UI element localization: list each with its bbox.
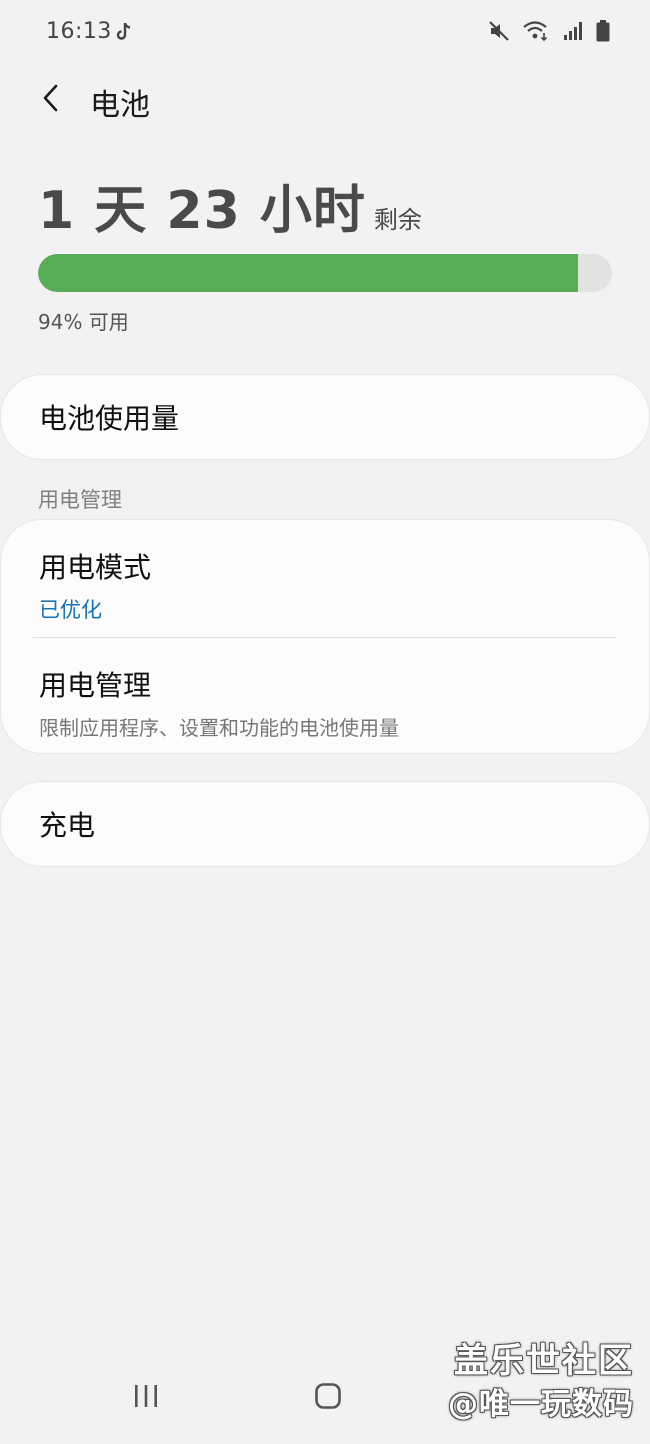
watermark-line1: 盖乐世社区 [454,1341,634,1381]
home-button[interactable] [298,1378,358,1418]
power-mode-item[interactable]: 用电模式 已优化 [1,546,650,624]
charging-label: 充电 [39,809,96,842]
power-mode-title: 用电模式 [39,551,152,584]
signal-icon [562,20,584,42]
power-management-item[interactable]: 用电管理 限制应用程序、设置和功能的电池使用量 [1,664,650,741]
power-management-title: 用电管理 [39,669,152,702]
battery-remaining: 1 天 23 小时 剩余 [38,168,422,243]
battery-level-bar [38,254,612,292]
watermark: 盖乐世社区 @唯一玩数码 [448,1338,634,1426]
status-icons [488,20,610,42]
tiktok-icon [115,22,133,42]
battery-level-fill [38,254,578,292]
header: 电池 [0,72,650,128]
remaining-time: 1 天 23 小时 [38,181,366,241]
watermark-line2: @唯一玩数码 [448,1387,634,1422]
battery-available-text: 94% 可用 [38,310,129,334]
status-bar: 16:13 [0,0,650,64]
battery-settings-screen: 16:13 电池 1 天 23 小时 剩余 94% 可用 电池使用量 用电管理 … [0,0,650,1444]
section-header-power-management: 用电管理 [38,488,122,512]
chevron-left-icon [40,83,60,117]
recents-button[interactable] [116,1378,176,1418]
charging-card[interactable]: 充电 [0,781,650,867]
back-button[interactable] [28,76,72,124]
battery-usage-label: 电池使用量 [39,402,180,435]
recents-icon [132,1383,160,1413]
wifi-icon [522,20,550,42]
divider [33,637,617,638]
remaining-suffix: 剩余 [373,206,422,234]
power-mode-value: 已优化 [39,598,102,622]
power-management-subtitle: 限制应用程序、设置和功能的电池使用量 [39,716,399,740]
power-settings-card: 用电模式 已优化 用电管理 限制应用程序、设置和功能的电池使用量 [0,519,650,754]
mute-icon [488,20,510,42]
home-icon [314,1382,342,1414]
battery-icon [596,20,610,42]
battery-usage-card[interactable]: 电池使用量 [0,374,650,460]
page-title: 电池 [90,88,150,123]
status-time: 16:13 [46,19,112,44]
